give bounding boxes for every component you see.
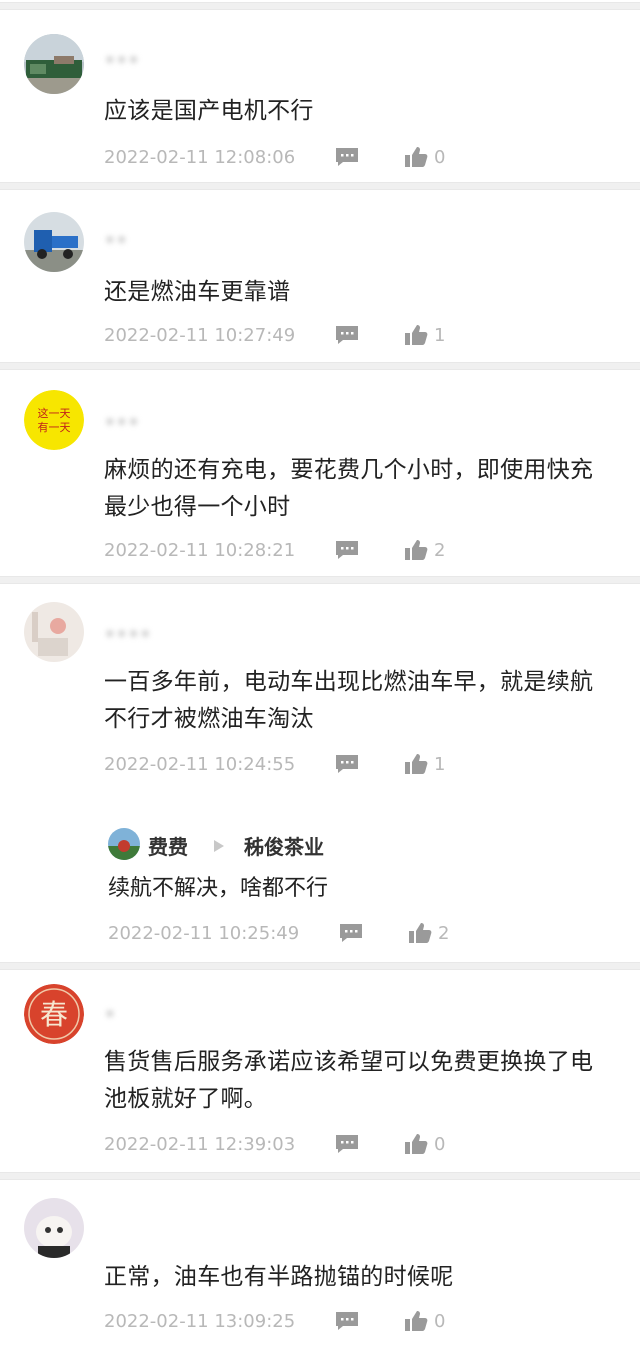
reply-text: 续航不解决，啥都不行 [108, 876, 329, 901]
comment-icon[interactable] [334, 540, 360, 560]
timestamp: 2022-02-11 10:24:55 [104, 753, 296, 775]
reply-item: 费费 秭俊茶业 续航不解决，啥都不行 2022-02-11 10:25:49 2 [104, 828, 624, 958]
like-count: 0 [434, 1310, 446, 1332]
like-count: 0 [434, 1133, 446, 1155]
comment-text: 还是燃油车更靠谱 [104, 279, 291, 305]
timestamp: 2022-02-11 13:09:25 [104, 1310, 296, 1332]
thumbs-up-icon[interactable] [404, 146, 428, 168]
reply-author[interactable]: 费费 [148, 831, 188, 860]
like-count: 2 [438, 922, 450, 944]
comment-meta: 2022-02-11 10:27:49 1 [104, 322, 445, 348]
avatar[interactable] [24, 212, 84, 272]
comment-icon[interactable] [338, 923, 364, 943]
thumbs-up-icon[interactable] [404, 1310, 428, 1332]
comment-text: 正常，油车也有半路抛锚的时候呢 [104, 1264, 454, 1290]
reply-meta: 2022-02-11 10:25:49 2 [108, 920, 449, 946]
thumbs-up-icon[interactable] [404, 539, 428, 561]
avatar-text: 这一天 [38, 406, 71, 420]
avatar-text: 春 [40, 998, 68, 1031]
comment-icon[interactable] [334, 1134, 360, 1154]
comment-text: 应该是国产电机不行 [104, 98, 314, 124]
thumbs-up-icon[interactable] [404, 753, 428, 775]
comment-text: 一百多年前，电动车出现比燃油车早，就是续航不行才被燃油车淘汰 [104, 669, 594, 732]
timestamp: 2022-02-11 10:25:49 [108, 922, 300, 944]
avatar[interactable]: 这一天 有一天 [24, 390, 84, 450]
comment-icon[interactable] [334, 1311, 360, 1331]
comment-icon[interactable] [334, 325, 360, 345]
username[interactable]: ••• [104, 410, 139, 436]
timestamp: 2022-02-11 12:39:03 [104, 1133, 296, 1155]
thumbs-up-icon[interactable] [404, 324, 428, 346]
avatar[interactable] [24, 34, 84, 94]
avatar[interactable] [24, 602, 84, 662]
like-count: 2 [434, 539, 446, 561]
play-arrow-icon [214, 839, 224, 852]
comment-meta: 2022-02-11 12:08:06 0 [104, 144, 445, 170]
comment-text: 售货售后服务承诺应该希望可以免费更换换了电池板就好了啊。 [104, 1049, 594, 1112]
comment-meta: 2022-02-11 13:09:25 0 [104, 1308, 445, 1334]
comment-icon[interactable] [334, 754, 360, 774]
comment-meta: 2022-02-11 10:24:55 1 [104, 751, 445, 777]
thumbs-up-icon[interactable] [404, 1133, 428, 1155]
reply-target[interactable]: 秭俊茶业 [244, 831, 324, 860]
username[interactable]: • [104, 1002, 116, 1028]
timestamp: 2022-02-11 12:08:06 [104, 146, 296, 168]
thumbs-up-icon[interactable] [408, 922, 432, 944]
username[interactable]: ••• [104, 48, 139, 74]
comment-meta: 2022-02-11 12:39:03 0 [104, 1131, 445, 1157]
username[interactable]: •••• [104, 622, 151, 648]
like-count: 1 [434, 324, 446, 346]
comment-meta: 2022-02-11 10:28:21 2 [104, 537, 445, 563]
divider [0, 2, 640, 10]
divider [0, 182, 640, 190]
svg-text:有一天: 有一天 [38, 420, 71, 434]
avatar[interactable]: 春 [24, 984, 84, 1044]
like-count: 1 [434, 753, 446, 775]
reply-avatar[interactable] [108, 828, 140, 860]
divider [0, 576, 640, 584]
timestamp: 2022-02-11 10:28:21 [104, 539, 296, 561]
divider [0, 962, 640, 970]
like-count: 0 [434, 146, 446, 168]
timestamp: 2022-02-11 10:27:49 [104, 324, 296, 346]
comment-icon[interactable] [334, 147, 360, 167]
comment-text: 麻烦的还有充电，要花费几个小时，即使用快充最少也得一个小时 [104, 457, 594, 520]
username[interactable]: •• [104, 228, 128, 254]
avatar[interactable] [24, 1198, 84, 1258]
divider [0, 362, 640, 370]
divider [0, 1172, 640, 1180]
reply-names: 费费 秭俊茶业 [148, 831, 324, 860]
